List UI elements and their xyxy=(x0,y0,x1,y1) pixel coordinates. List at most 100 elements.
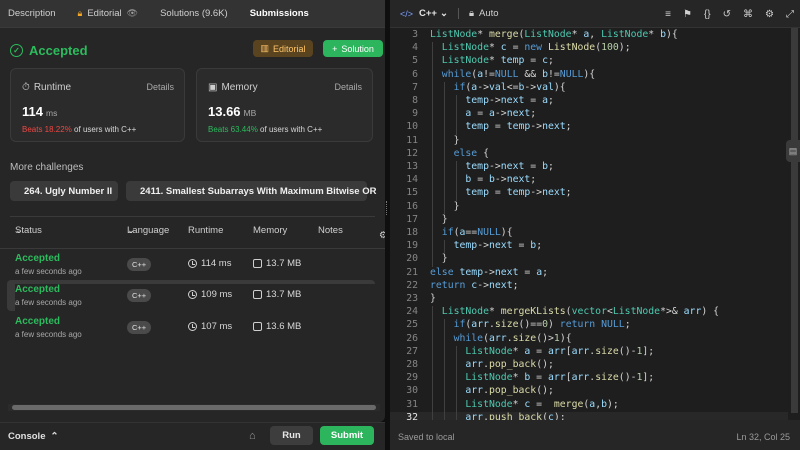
tab-editorial[interactable]: 🔒︎ Editorial 👁︎ xyxy=(78,8,139,19)
chevron-down-icon: ⌄ xyxy=(15,224,23,236)
table-row[interactable]: Accepted a few seconds ago C++ 109 ms 13… xyxy=(7,280,385,314)
indent-guide xyxy=(432,385,433,399)
tab-submissions[interactable]: Submissions xyxy=(250,8,309,19)
code-text: arr.pop_back(); xyxy=(465,359,554,370)
code-line[interactable]: 5 ListNode* temp = c; xyxy=(390,55,788,69)
memory-details-link[interactable]: Details xyxy=(334,82,362,92)
reset-icon[interactable]: ⌂ xyxy=(249,430,256,442)
code-line[interactable]: 11} xyxy=(390,134,788,148)
code-line[interactable]: 8 temp->next = a; xyxy=(390,95,788,109)
scrollbar-thumb[interactable] xyxy=(791,28,798,413)
code-line[interactable]: 26 while(arr.size()>1){ xyxy=(390,332,788,346)
bookmark-icon[interactable]: ⚑ xyxy=(683,9,692,20)
fullscreen-icon[interactable]: ⤢ xyxy=(786,9,794,20)
runtime-details-link[interactable]: Details xyxy=(146,82,174,92)
submit-button[interactable]: Submit xyxy=(320,426,374,445)
indent-guide xyxy=(455,187,457,201)
editorial-button[interactable]: ▥ Editorial xyxy=(253,40,313,57)
document-icon: ▤ xyxy=(788,145,798,156)
indent-guide xyxy=(443,161,445,175)
line-number: 18 xyxy=(406,227,418,238)
line-number: 30 xyxy=(406,385,418,397)
braces-icon[interactable]: {} xyxy=(704,9,711,20)
clock-icon xyxy=(188,259,197,268)
code-text: if(arr.size()==0) return NULL; xyxy=(453,319,631,331)
horizontal-scrollbar[interactable] xyxy=(8,404,380,411)
challenge-chip[interactable]: 2411. Smallest Subarrays With Maximum Bi… xyxy=(126,181,376,201)
scrollbar-thumb[interactable] xyxy=(12,405,376,410)
indent-guide xyxy=(443,385,445,399)
code-line[interactable]: 20} xyxy=(390,253,788,267)
run-button[interactable]: Run xyxy=(270,426,313,445)
code-line[interactable]: 19 temp->next = b; xyxy=(390,240,788,254)
code-line[interactable]: 24 ListNode* mergeKLists(vector<ListNode*… xyxy=(390,306,788,320)
code-line[interactable]: 14 b = b->next; xyxy=(390,174,788,188)
code-line[interactable]: 16} xyxy=(390,200,788,214)
code-line[interactable]: 3 ListNode* merge(ListNode* a, ListNode* … xyxy=(390,29,788,42)
code-line[interactable]: 22 return c->next; xyxy=(390,280,788,293)
vertical-scrollbar[interactable] xyxy=(788,28,800,420)
code-line[interactable]: 31 ListNode* c = merge(a,b); xyxy=(390,398,788,412)
code-line[interactable]: 27 ListNode* a = arr[arr.size()-1]; xyxy=(390,345,788,359)
runtime-cell: 114 ms xyxy=(188,258,231,269)
line-number: 9 xyxy=(412,108,418,120)
plus-icon: + xyxy=(332,43,338,54)
indent-guide xyxy=(432,372,433,386)
check-circle-icon: ✓ xyxy=(10,43,23,57)
code-text: } xyxy=(453,134,460,146)
indent-guide xyxy=(432,134,433,148)
indent-guide xyxy=(455,359,457,373)
code-line[interactable]: 18 if(a==NULL){ xyxy=(390,227,788,241)
editor-toolbar: </> C++ ⌄ 🔒︎ Auto ≡ ⚑ {} ↺ ⌘ ⚙ ⤢ xyxy=(390,0,800,28)
line-number: 14 xyxy=(406,174,418,186)
line-number: 25 xyxy=(406,319,418,331)
challenge-chip[interactable]: 264. Ugly Number II xyxy=(10,181,118,201)
tab-description[interactable]: Description xyxy=(8,8,56,19)
result-status: Accepted xyxy=(29,42,88,58)
submissions-table-header: Status ⌄ Language ⌄ Runtime Memory Notes ⚙ xyxy=(0,225,385,246)
code-line[interactable]: 15 temp = temp->next; xyxy=(390,187,788,201)
indent-guide xyxy=(432,81,433,95)
table-row[interactable]: Accepted a few seconds ago C++ 107 ms 13… xyxy=(7,312,385,346)
code-line[interactable]: 9 a = a->next; xyxy=(390,108,788,122)
shortcut-icon[interactable]: ⌘ xyxy=(743,9,753,20)
code-line[interactable]: 17} xyxy=(390,213,788,227)
code-text: temp->next = b; xyxy=(453,240,543,252)
code-line[interactable]: 25 if(arr.size()==0) return NULL; xyxy=(390,319,788,333)
reset-icon[interactable]: ↺ xyxy=(723,9,731,20)
code-line[interactable]: 4 ListNode* c = new ListNode(100); xyxy=(390,42,788,56)
code-line[interactable]: 23} xyxy=(390,293,788,306)
line-number: 10 xyxy=(406,121,418,133)
code-line[interactable]: 7 if(a->val<=b->val){ xyxy=(390,81,788,95)
tab-solutions[interactable]: Solutions (9.6K) xyxy=(160,8,228,19)
format-icon[interactable]: ≡ xyxy=(665,9,671,20)
settings-icon[interactable]: ⚙ xyxy=(765,9,774,20)
code-line[interactable]: 29 ListNode* b = arr[arr.size()-1]; xyxy=(390,372,788,386)
indent-guide xyxy=(432,227,433,241)
code-line[interactable]: 12 else { xyxy=(390,147,788,161)
solution-button[interactable]: + Solution xyxy=(323,40,383,57)
code-line[interactable]: 30 arr.pop_back(); xyxy=(390,385,788,399)
code-line[interactable]: 10 temp = temp->next; xyxy=(390,121,788,135)
code-line[interactable]: 28 arr.pop_back(); xyxy=(390,359,788,373)
language-select[interactable]: C++ ⌄ xyxy=(419,8,448,19)
code-line[interactable]: 6 while(a!=NULL && b!=NULL){ xyxy=(390,68,788,82)
memory-cell: 13.6 MB xyxy=(253,321,301,332)
memory-card[interactable]: ▣ Memory Details 13.66 MB Beats 63.44% of… xyxy=(196,68,373,142)
line-number: 17 xyxy=(406,213,418,225)
indent-guide xyxy=(455,174,457,188)
drag-handle-icon[interactable] xyxy=(386,201,388,215)
code-text: temp->next = b; xyxy=(465,161,554,172)
notes-side-tab[interactable]: ▤ xyxy=(786,140,800,162)
code-line[interactable]: 21 else temp->next = a; xyxy=(390,267,788,280)
code-editor[interactable]: 3 ListNode* merge(ListNode* a, ListNode* … xyxy=(390,28,800,425)
memory-chip-icon xyxy=(253,290,262,299)
table-row[interactable]: Accepted a few seconds ago C++ 114 ms 13… xyxy=(7,249,385,283)
console-toggle[interactable]: Console ⌃ xyxy=(8,431,58,442)
indent-guide xyxy=(443,147,445,161)
clock-icon xyxy=(188,322,197,331)
indent-guide xyxy=(432,398,433,412)
code-line[interactable]: 13 temp->next = b; xyxy=(390,161,788,175)
runtime-card[interactable]: ⏱︎ Runtime Details 114 ms Beats 18.22% of… xyxy=(10,68,185,142)
autocomplete-toggle[interactable]: 🔒︎ Auto xyxy=(469,8,499,19)
